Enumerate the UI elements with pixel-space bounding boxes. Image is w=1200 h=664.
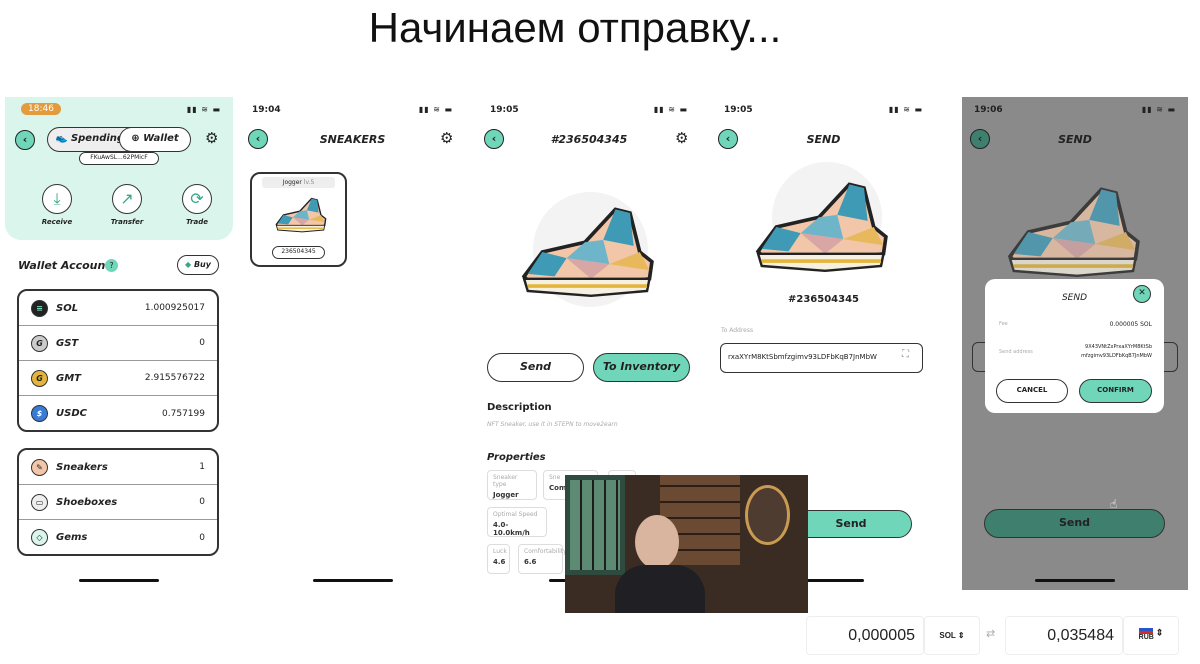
page-title: SNEAKERS bbox=[319, 133, 386, 146]
tab-wallet[interactable]: ⊕ Wallet bbox=[119, 127, 191, 152]
property-optimal-speed: Optimal Speed 4.0-10.0km/h bbox=[487, 507, 547, 537]
sneaker-icon: 👟 bbox=[55, 133, 71, 144]
page-title: SEND bbox=[1058, 133, 1092, 146]
sneaker-card[interactable]: Jogger lv.5 236504345 bbox=[250, 172, 347, 267]
amount-input[interactable]: 0,000005 bbox=[806, 616, 924, 655]
asset-row-gems[interactable]: ◇ Gems 0 bbox=[19, 520, 217, 554]
send-address-label: Send address bbox=[999, 349, 1033, 355]
sneaker-type: Jogger bbox=[282, 179, 302, 186]
to-inventory-button[interactable]: To Inventory bbox=[593, 353, 690, 382]
status-time: 19:05 bbox=[724, 105, 753, 115]
wallet-screen: 18:46 ▮▮ ≋ ▬ ‹ 👟 Spending ⊕ Wallet ⚙ FKu… bbox=[5, 97, 233, 590]
status-icons: ▮▮ ≋ ▬ bbox=[186, 105, 221, 114]
arrow-up-right-icon: ↗ bbox=[112, 184, 142, 214]
presenter-body bbox=[615, 565, 705, 613]
send-address-value: 9X43VNtZxPrxaXYrM8KtSb mfzgimv93LDFbKqB7J… bbox=[1081, 344, 1152, 359]
receive-button[interactable]: ⤓ Receive bbox=[27, 184, 87, 226]
send-confirm-screen: 19:06 ▮▮ ≋ ▬ ‹ SEND Send ☝ SEND ✕ Fee 0.… bbox=[962, 97, 1188, 590]
token-row-gst[interactable]: G GST 0 bbox=[19, 326, 217, 361]
sneaker-id: #236504345 bbox=[787, 294, 859, 305]
asset-row-shoeboxes[interactable]: ▭ Shoeboxes 0 bbox=[19, 485, 217, 520]
sneaker-image bbox=[275, 197, 327, 233]
close-icon[interactable]: ✕ bbox=[1133, 285, 1151, 303]
status-time: 19:06 bbox=[974, 105, 1003, 115]
slide-title: Начинаем отправку... bbox=[368, 4, 782, 51]
cancel-button[interactable]: CANCEL bbox=[996, 379, 1068, 403]
sneaker-level: lv.5 bbox=[303, 179, 315, 186]
shoebox-icon: ▭ bbox=[31, 493, 48, 511]
send-button[interactable]: Send bbox=[984, 509, 1165, 538]
gear-icon[interactable]: ⚙ bbox=[205, 129, 218, 147]
select-arrows-icon: ⇕ bbox=[957, 631, 965, 640]
page-title: SEND bbox=[806, 133, 841, 146]
token-row-sol[interactable]: ≡ SOL 1.000925017 bbox=[19, 291, 217, 326]
status-icons: ▮▮ ≋ ▬ bbox=[888, 105, 923, 114]
sol-icon: ≡ bbox=[31, 299, 48, 317]
gmt-icon: G bbox=[31, 369, 48, 387]
gem-icon: ◇ bbox=[31, 529, 48, 546]
token-list: ≡ SOL 1.000925017 G GST 0 G GMT 2.915576722 $ U… bbox=[17, 289, 219, 432]
scan-qr-icon[interactable]: ⛶ bbox=[902, 349, 909, 360]
select-arrows-icon: ⇕ bbox=[1155, 627, 1164, 638]
home-indicator bbox=[79, 579, 159, 582]
usdc-icon: $ bbox=[31, 405, 48, 422]
send-button[interactable]: Send bbox=[487, 353, 584, 382]
home-indicator bbox=[312, 579, 393, 582]
status-time: 18:46 bbox=[21, 103, 61, 115]
webcam-overlay bbox=[565, 475, 808, 613]
sneaker-image bbox=[1008, 187, 1140, 278]
russia-flag-icon bbox=[1139, 625, 1154, 634]
status-time: 19:05 bbox=[490, 105, 519, 115]
property-sneaker-type: Sneaker type Jogger bbox=[487, 470, 537, 500]
fee-value: 0.000005 SOL bbox=[1109, 321, 1152, 328]
cursor-hand-icon: ☝ bbox=[1110, 497, 1118, 511]
sneaker-icon: ✎ bbox=[31, 458, 48, 476]
fee-label: Fee bbox=[999, 321, 1008, 327]
status-icons: ▮▮ ≋ ▬ bbox=[653, 105, 688, 114]
description-heading: Description bbox=[487, 402, 552, 413]
from-currency-select[interactable]: SOL ⇕ bbox=[924, 616, 980, 655]
to-address-input[interactable]: rxaXYrM8KtSbmfzgimv93LDFbKqB7JnMbW bbox=[720, 343, 923, 373]
status-time: 19:04 bbox=[252, 105, 281, 115]
transfer-button[interactable]: ↗ Transfer bbox=[97, 184, 157, 226]
wallet-address[interactable]: FKuAwSL...62PMicF bbox=[79, 152, 159, 165]
swap-currencies-icon[interactable]: ⇄ bbox=[986, 627, 995, 640]
token-row-usdc[interactable]: $ USDC 0.757199 bbox=[19, 396, 217, 430]
swap-icon: ⟳ bbox=[182, 184, 212, 214]
sneaker-image bbox=[756, 182, 888, 273]
help-icon[interactable]: ? bbox=[105, 259, 118, 272]
confirm-button[interactable]: CONFIRM bbox=[1079, 379, 1152, 403]
buy-button[interactable]: ◆ Buy bbox=[177, 255, 219, 275]
presenter-face bbox=[635, 515, 679, 569]
sneaker-image bbox=[522, 207, 654, 298]
back-button[interactable]: ‹ bbox=[15, 130, 35, 150]
property-comfortability: Comfortability 6.6 bbox=[518, 544, 567, 574]
send-dialog: SEND ✕ Fee 0.000005 SOL Send address 9X4… bbox=[985, 279, 1164, 413]
tab-spending[interactable]: 👟 Spending bbox=[55, 133, 124, 144]
send-button[interactable]: Send bbox=[790, 510, 912, 538]
download-icon: ⤓ bbox=[42, 184, 72, 214]
token-row-gmt[interactable]: G GMT 2.915576722 bbox=[19, 361, 217, 396]
wallet-account-heading: Wallet Account bbox=[18, 259, 111, 272]
asset-row-sneakers[interactable]: ✎ Sneakers 1 bbox=[19, 450, 217, 485]
sneaker-id-badge: 236504345 bbox=[272, 246, 325, 259]
globe-icon: ⊕ bbox=[131, 133, 144, 144]
result-value: 0,035484 bbox=[1005, 616, 1123, 655]
description-text: NFT Sneaker, use it in STEPN to move2ear… bbox=[487, 421, 618, 428]
to-address-label: To Address bbox=[721, 327, 754, 334]
sneakers-screen: 19:04 ▮▮ ≋ ▬ ‹ SNEAKERS ⚙ Jogger lv.5 23… bbox=[240, 97, 465, 590]
gear-icon[interactable]: ⚙ bbox=[440, 129, 453, 147]
gst-icon: G bbox=[31, 334, 48, 352]
properties-heading: Properties bbox=[487, 452, 546, 463]
trade-button[interactable]: ⟳ Trade bbox=[167, 184, 227, 226]
status-icons: ▮▮ ≋ ▬ bbox=[418, 105, 453, 114]
property-luck: Luck 4.6 bbox=[487, 544, 510, 574]
page-title: #236504345 bbox=[550, 133, 628, 146]
home-indicator bbox=[1035, 579, 1115, 582]
asset-list: ✎ Sneakers 1 ▭ Shoeboxes 0 ◇ Gems 0 bbox=[17, 448, 219, 556]
diamond-icon: ◆ bbox=[185, 260, 194, 269]
gear-icon[interactable]: ⚙ bbox=[675, 129, 688, 147]
to-currency-select[interactable]: RUB ⇕ bbox=[1123, 616, 1179, 655]
status-icons: ▮▮ ≋ ▬ bbox=[1141, 105, 1176, 114]
